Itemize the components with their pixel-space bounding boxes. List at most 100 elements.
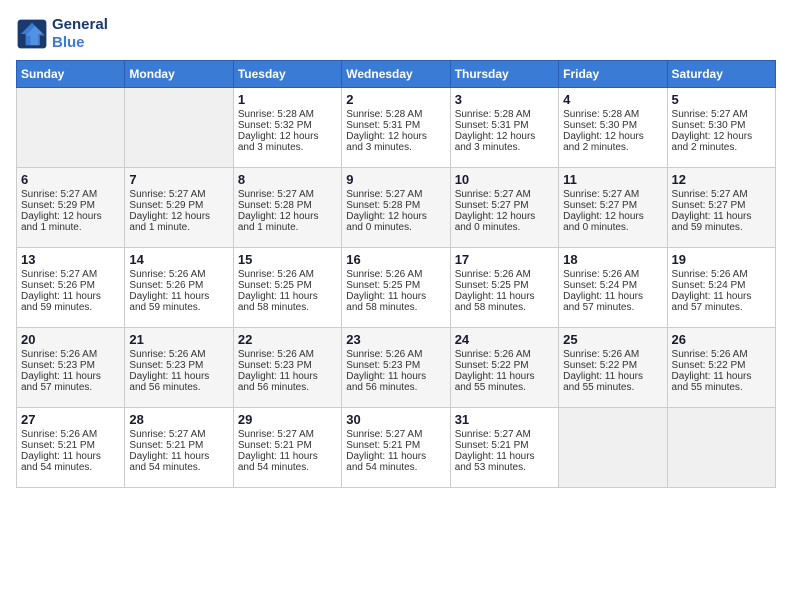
- day-info-line: Sunset: 5:29 PM: [21, 200, 120, 211]
- day-info-line: Daylight: 11 hours: [21, 291, 120, 302]
- day-info-line: Sunset: 5:21 PM: [129, 440, 228, 451]
- day-info-line: Sunrise: 5:26 AM: [672, 349, 771, 360]
- calendar-cell: 18Sunrise: 5:26 AMSunset: 5:24 PMDayligh…: [559, 248, 667, 328]
- day-info-line: Daylight: 11 hours: [346, 451, 445, 462]
- day-info-line: Daylight: 12 hours: [238, 131, 337, 142]
- day-number: 7: [129, 172, 228, 187]
- day-info-line: Sunset: 5:27 PM: [672, 200, 771, 211]
- day-info-line: Sunrise: 5:27 AM: [21, 269, 120, 280]
- day-info-line: and 55 minutes.: [455, 382, 554, 393]
- day-info-line: Daylight: 12 hours: [21, 211, 120, 222]
- weekday-header-saturday: Saturday: [667, 61, 775, 88]
- day-info-line: Sunrise: 5:26 AM: [346, 349, 445, 360]
- logo-text: General Blue: [52, 16, 108, 52]
- calendar-cell: 30Sunrise: 5:27 AMSunset: 5:21 PMDayligh…: [342, 408, 450, 488]
- day-info-line: Sunrise: 5:28 AM: [455, 109, 554, 120]
- day-info-line: Sunset: 5:26 PM: [129, 280, 228, 291]
- day-info-line: Sunrise: 5:28 AM: [346, 109, 445, 120]
- day-info-line: Daylight: 12 hours: [346, 211, 445, 222]
- weekday-header-monday: Monday: [125, 61, 233, 88]
- calendar-cell: [667, 408, 775, 488]
- calendar-cell: 27Sunrise: 5:26 AMSunset: 5:21 PMDayligh…: [17, 408, 125, 488]
- day-info-line: Sunset: 5:25 PM: [238, 280, 337, 291]
- day-info-line: Sunrise: 5:27 AM: [563, 189, 662, 200]
- day-info-line: Daylight: 12 hours: [346, 131, 445, 142]
- day-info-line: Daylight: 11 hours: [129, 291, 228, 302]
- calendar-cell: 28Sunrise: 5:27 AMSunset: 5:21 PMDayligh…: [125, 408, 233, 488]
- calendar-cell: 5Sunrise: 5:27 AMSunset: 5:30 PMDaylight…: [667, 88, 775, 168]
- calendar-cell: 13Sunrise: 5:27 AMSunset: 5:26 PMDayligh…: [17, 248, 125, 328]
- day-info-line: Daylight: 11 hours: [346, 291, 445, 302]
- day-number: 8: [238, 172, 337, 187]
- day-info-line: Daylight: 12 hours: [129, 211, 228, 222]
- day-info-line: and 3 minutes.: [238, 142, 337, 153]
- day-info-line: Daylight: 11 hours: [238, 451, 337, 462]
- day-info-line: and 2 minutes.: [563, 142, 662, 153]
- calendar-cell: 20Sunrise: 5:26 AMSunset: 5:23 PMDayligh…: [17, 328, 125, 408]
- day-info-line: Daylight: 11 hours: [672, 291, 771, 302]
- day-info-line: Sunrise: 5:26 AM: [563, 269, 662, 280]
- calendar-cell: 22Sunrise: 5:26 AMSunset: 5:23 PMDayligh…: [233, 328, 341, 408]
- day-info-line: Daylight: 11 hours: [346, 371, 445, 382]
- day-info-line: Daylight: 11 hours: [672, 211, 771, 222]
- day-info-line: and 57 minutes.: [563, 302, 662, 313]
- day-info-line: Daylight: 12 hours: [455, 211, 554, 222]
- calendar-cell: 6Sunrise: 5:27 AMSunset: 5:29 PMDaylight…: [17, 168, 125, 248]
- day-info-line: and 57 minutes.: [21, 382, 120, 393]
- calendar-cell: 31Sunrise: 5:27 AMSunset: 5:21 PMDayligh…: [450, 408, 558, 488]
- day-info-line: Sunset: 5:21 PM: [346, 440, 445, 451]
- day-info-line: Sunrise: 5:26 AM: [563, 349, 662, 360]
- day-number: 29: [238, 412, 337, 427]
- day-info-line: and 59 minutes.: [129, 302, 228, 313]
- day-info-line: Daylight: 11 hours: [129, 371, 228, 382]
- calendar-cell: 8Sunrise: 5:27 AMSunset: 5:28 PMDaylight…: [233, 168, 341, 248]
- calendar-cell: 9Sunrise: 5:27 AMSunset: 5:28 PMDaylight…: [342, 168, 450, 248]
- day-info-line: and 58 minutes.: [455, 302, 554, 313]
- day-info-line: Daylight: 11 hours: [455, 291, 554, 302]
- day-info-line: and 1 minute.: [129, 222, 228, 233]
- day-info-line: and 0 minutes.: [563, 222, 662, 233]
- day-info-line: Sunset: 5:23 PM: [21, 360, 120, 371]
- day-number: 12: [672, 172, 771, 187]
- day-number: 17: [455, 252, 554, 267]
- day-info-line: Daylight: 11 hours: [238, 371, 337, 382]
- calendar-cell: 16Sunrise: 5:26 AMSunset: 5:25 PMDayligh…: [342, 248, 450, 328]
- calendar-cell: 2Sunrise: 5:28 AMSunset: 5:31 PMDaylight…: [342, 88, 450, 168]
- calendar-table: SundayMondayTuesdayWednesdayThursdayFrid…: [16, 60, 776, 488]
- day-info-line: Sunrise: 5:27 AM: [129, 429, 228, 440]
- day-info-line: Sunrise: 5:26 AM: [672, 269, 771, 280]
- calendar-week-3: 13Sunrise: 5:27 AMSunset: 5:26 PMDayligh…: [17, 248, 776, 328]
- calendar-cell: 24Sunrise: 5:26 AMSunset: 5:22 PMDayligh…: [450, 328, 558, 408]
- weekday-header-thursday: Thursday: [450, 61, 558, 88]
- day-info-line: and 3 minutes.: [346, 142, 445, 153]
- day-info-line: and 3 minutes.: [455, 142, 554, 153]
- calendar-cell: [559, 408, 667, 488]
- day-info-line: and 55 minutes.: [563, 382, 662, 393]
- day-info-line: Sunrise: 5:26 AM: [129, 269, 228, 280]
- day-info-line: and 56 minutes.: [238, 382, 337, 393]
- calendar-cell: 1Sunrise: 5:28 AMSunset: 5:32 PMDaylight…: [233, 88, 341, 168]
- calendar-cell: 7Sunrise: 5:27 AMSunset: 5:29 PMDaylight…: [125, 168, 233, 248]
- day-info-line: Sunset: 5:22 PM: [455, 360, 554, 371]
- day-number: 21: [129, 332, 228, 347]
- day-info-line: Sunset: 5:24 PM: [672, 280, 771, 291]
- calendar-week-2: 6Sunrise: 5:27 AMSunset: 5:29 PMDaylight…: [17, 168, 776, 248]
- day-info-line: Sunrise: 5:26 AM: [238, 349, 337, 360]
- day-info-line: Sunrise: 5:26 AM: [129, 349, 228, 360]
- day-info-line: Sunset: 5:21 PM: [455, 440, 554, 451]
- calendar-cell: 4Sunrise: 5:28 AMSunset: 5:30 PMDaylight…: [559, 88, 667, 168]
- day-info-line: and 59 minutes.: [21, 302, 120, 313]
- day-info-line: Sunset: 5:30 PM: [672, 120, 771, 131]
- day-info-line: Sunset: 5:21 PM: [21, 440, 120, 451]
- day-info-line: Sunrise: 5:26 AM: [455, 269, 554, 280]
- day-info-line: Sunset: 5:23 PM: [129, 360, 228, 371]
- day-info-line: Sunrise: 5:28 AM: [238, 109, 337, 120]
- day-info-line: and 1 minute.: [21, 222, 120, 233]
- day-info-line: and 59 minutes.: [672, 222, 771, 233]
- calendar-cell: 17Sunrise: 5:26 AMSunset: 5:25 PMDayligh…: [450, 248, 558, 328]
- day-number: 30: [346, 412, 445, 427]
- day-info-line: Daylight: 12 hours: [563, 131, 662, 142]
- day-number: 16: [346, 252, 445, 267]
- day-info-line: Daylight: 11 hours: [129, 451, 228, 462]
- day-info-line: and 54 minutes.: [21, 462, 120, 473]
